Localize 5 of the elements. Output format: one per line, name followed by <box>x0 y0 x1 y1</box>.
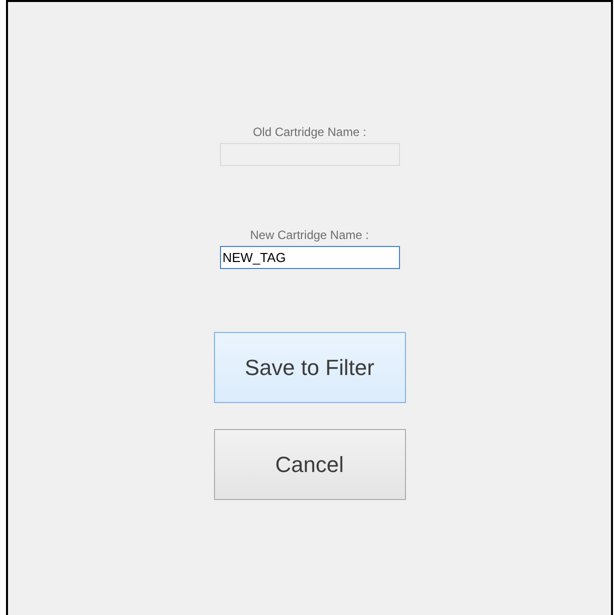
field-label: New Cartridge Name : <box>250 227 369 243</box>
dialog-button[interactable]: Cancel <box>214 429 406 500</box>
field-label: Old Cartridge Name : <box>252 124 366 140</box>
dialog-button[interactable]: Save to Filter <box>214 332 406 403</box>
input-field[interactable]: NEW_TAG <box>220 246 400 269</box>
